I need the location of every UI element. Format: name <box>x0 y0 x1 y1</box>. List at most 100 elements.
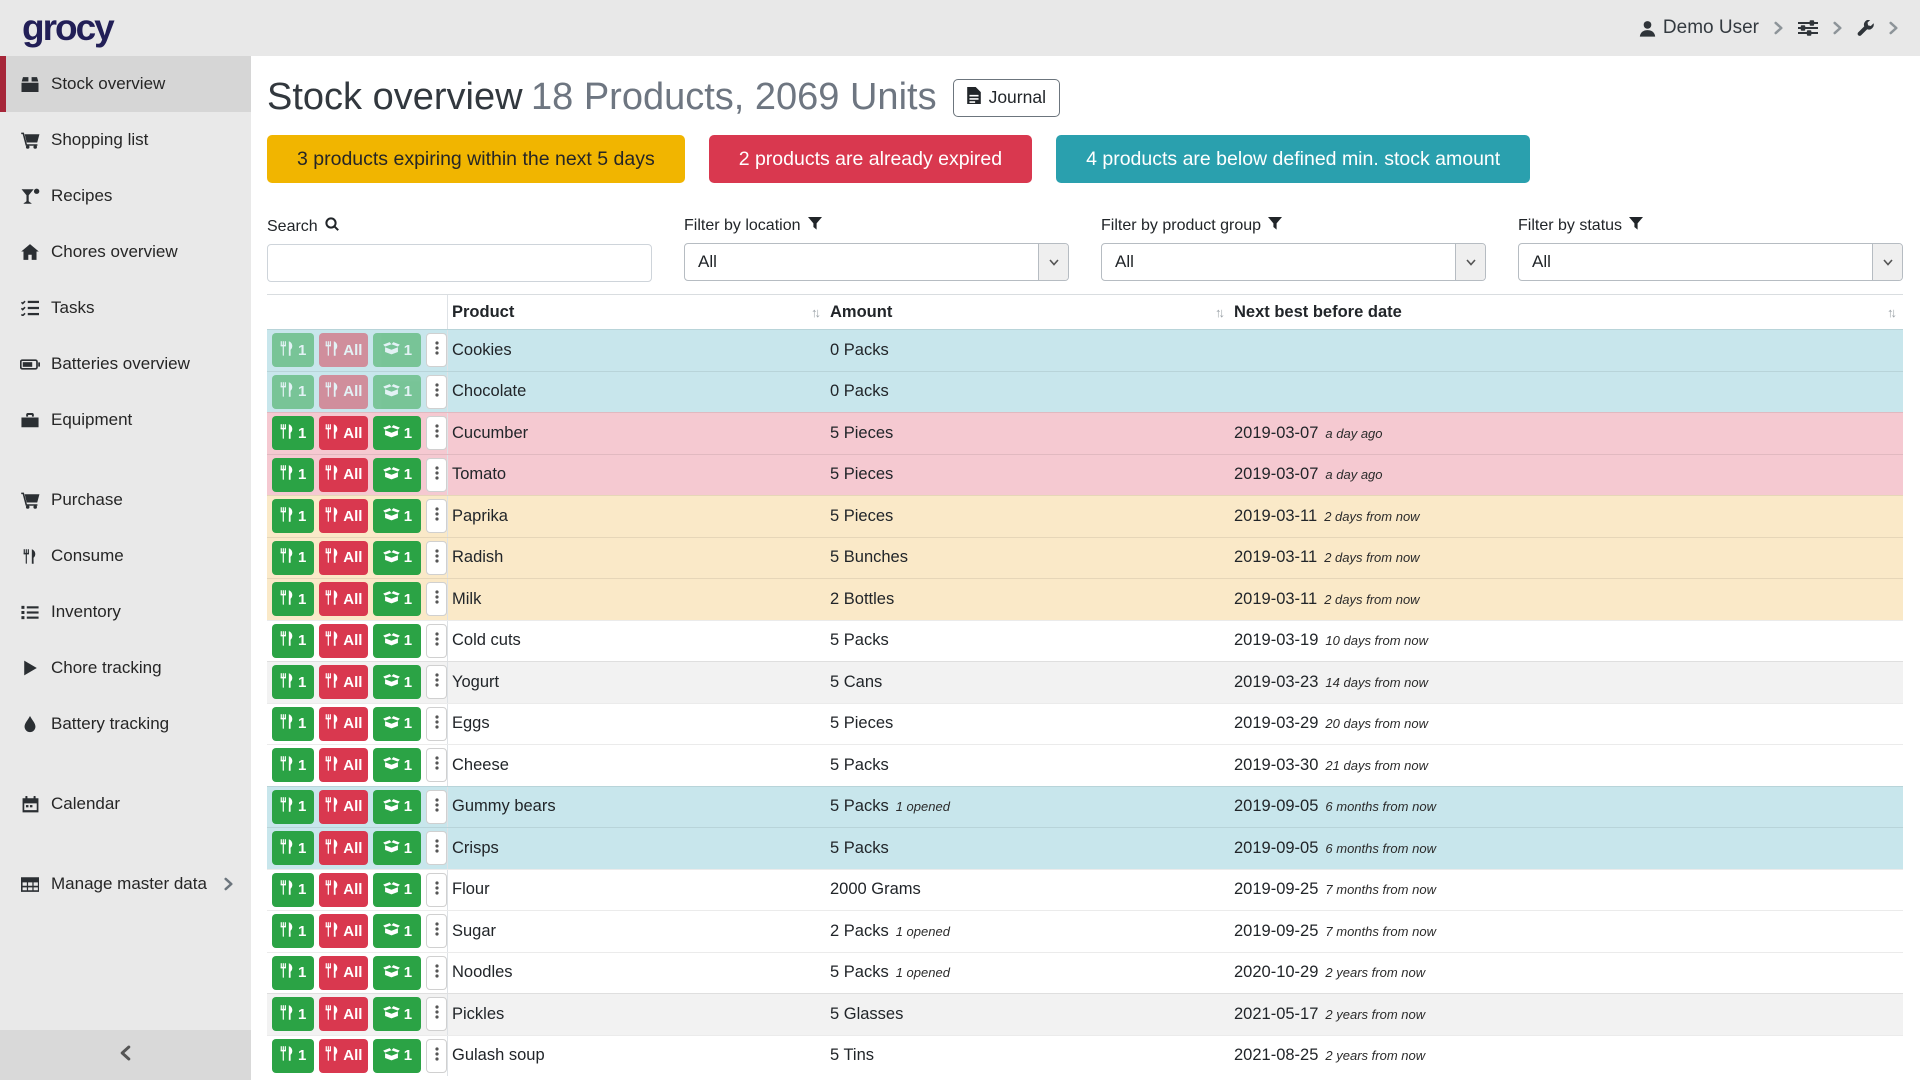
row-menu-button[interactable] <box>426 707 447 741</box>
sidebar-item-chore-tracking[interactable]: Chore tracking <box>0 640 251 696</box>
chevron-right-icon[interactable] <box>1833 21 1842 35</box>
settings-sliders-icon[interactable] <box>1798 20 1818 36</box>
consume-one-button[interactable]: 1 <box>272 790 314 824</box>
consume-one-button[interactable]: 1 <box>272 748 314 782</box>
sidebar-item-inventory[interactable]: Inventory <box>0 584 251 640</box>
expiring-banner[interactable]: 3 products expiring within the next 5 da… <box>267 135 685 183</box>
sidebar-item-tasks[interactable]: Tasks <box>0 280 251 336</box>
consume-all-button[interactable]: All <box>319 499 368 533</box>
consume-one-button[interactable]: 1 <box>272 458 314 492</box>
consume-one-button[interactable]: 1 <box>272 375 314 409</box>
consume-one-button[interactable]: 1 <box>272 873 314 907</box>
row-menu-button[interactable] <box>426 458 447 492</box>
consume-all-button[interactable]: All <box>319 956 368 990</box>
consume-one-button[interactable]: 1 <box>272 707 314 741</box>
open-one-button[interactable]: 1 <box>373 914 421 948</box>
sidebar-item-purchase[interactable]: Purchase <box>0 472 251 528</box>
open-one-button[interactable]: 1 <box>373 831 421 865</box>
open-one-button[interactable]: 1 <box>373 873 421 907</box>
consume-all-button[interactable]: All <box>319 375 368 409</box>
row-menu-button[interactable] <box>426 333 447 367</box>
row-menu-button[interactable] <box>426 914 447 948</box>
consume-all-button[interactable]: All <box>319 333 368 367</box>
consume-one-button[interactable]: 1 <box>272 997 314 1031</box>
open-one-button[interactable]: 1 <box>373 541 421 575</box>
consume-all-button[interactable]: All <box>319 914 368 948</box>
open-one-button[interactable]: 1 <box>373 458 421 492</box>
consume-all-button[interactable]: All <box>319 707 368 741</box>
sidebar-item-equipment[interactable]: Equipment <box>0 392 251 448</box>
consume-one-button[interactable]: 1 <box>272 541 314 575</box>
chevron-right-icon[interactable] <box>1774 21 1783 35</box>
row-menu-button[interactable] <box>426 1039 447 1073</box>
sidebar-item-manage-master-data[interactable]: Manage master data <box>0 856 251 912</box>
consume-one-button[interactable]: 1 <box>272 914 314 948</box>
open-one-button[interactable]: 1 <box>373 582 421 616</box>
sidebar-item-chores-overview[interactable]: Chores overview <box>0 224 251 280</box>
open-one-button[interactable]: 1 <box>373 956 421 990</box>
row-menu-button[interactable] <box>426 416 447 450</box>
chevron-right-icon[interactable] <box>1889 21 1898 35</box>
status-select[interactable]: All <box>1518 243 1903 281</box>
consume-all-button[interactable]: All <box>319 790 368 824</box>
row-menu-button[interactable] <box>426 375 447 409</box>
row-menu-button[interactable] <box>426 831 447 865</box>
row-menu-button[interactable] <box>426 499 447 533</box>
admin-wrench-icon[interactable] <box>1857 20 1874 37</box>
consume-one-button[interactable]: 1 <box>272 624 314 658</box>
amount-column-header[interactable]: Amount ↑↓ <box>827 295 1231 329</box>
row-menu-button[interactable] <box>426 665 447 699</box>
consume-one-button[interactable]: 1 <box>272 416 314 450</box>
open-one-button[interactable]: 1 <box>373 707 421 741</box>
row-menu-button[interactable] <box>426 748 447 782</box>
sidebar-item-recipes[interactable]: Recipes <box>0 168 251 224</box>
row-menu-button[interactable] <box>426 997 447 1031</box>
location-select[interactable]: All <box>684 243 1069 281</box>
consume-all-button[interactable]: All <box>319 831 368 865</box>
open-one-button[interactable]: 1 <box>373 997 421 1031</box>
search-input[interactable] <box>267 244 652 282</box>
consume-all-button[interactable]: All <box>319 582 368 616</box>
sidebar-item-batteries-overview[interactable]: Batteries overview <box>0 336 251 392</box>
consume-all-button[interactable]: All <box>319 416 368 450</box>
consume-one-button[interactable]: 1 <box>272 665 314 699</box>
consume-all-button[interactable]: All <box>319 541 368 575</box>
row-menu-button[interactable] <box>426 873 447 907</box>
consume-one-button[interactable]: 1 <box>272 499 314 533</box>
sidebar-item-stock-overview[interactable]: Stock overview <box>0 56 251 112</box>
expired-banner[interactable]: 2 products are already expired <box>709 135 1032 183</box>
sidebar-item-consume[interactable]: Consume <box>0 528 251 584</box>
below-min-stock-banner[interactable]: 4 products are below defined min. stock … <box>1056 135 1530 183</box>
consume-one-button[interactable]: 1 <box>272 956 314 990</box>
row-menu-button[interactable] <box>426 790 447 824</box>
consume-all-button[interactable]: All <box>319 748 368 782</box>
row-menu-button[interactable] <box>426 624 447 658</box>
open-one-button[interactable]: 1 <box>373 416 421 450</box>
consume-one-button[interactable]: 1 <box>272 582 314 616</box>
sidebar-collapse-button[interactable] <box>0 1030 251 1080</box>
date-column-header[interactable]: Next best before date ↑↓ <box>1231 295 1903 329</box>
sidebar-item-calendar[interactable]: Calendar <box>0 776 251 832</box>
journal-button[interactable]: Journal <box>953 79 1060 117</box>
consume-one-button[interactable]: 1 <box>272 831 314 865</box>
user-menu[interactable]: Demo User <box>1639 17 1759 39</box>
row-menu-button[interactable] <box>426 582 447 616</box>
row-menu-button[interactable] <box>426 541 447 575</box>
sidebar-item-battery-tracking[interactable]: Battery tracking <box>0 696 251 752</box>
consume-all-button[interactable]: All <box>319 1039 368 1073</box>
open-one-button[interactable]: 1 <box>373 333 421 367</box>
product-group-select[interactable]: All <box>1101 243 1486 281</box>
consume-all-button[interactable]: All <box>319 997 368 1031</box>
open-one-button[interactable]: 1 <box>373 665 421 699</box>
open-one-button[interactable]: 1 <box>373 748 421 782</box>
product-column-header[interactable]: Product ↑↓ <box>447 295 827 329</box>
consume-all-button[interactable]: All <box>319 458 368 492</box>
app-logo[interactable]: grocy <box>22 7 113 49</box>
open-one-button[interactable]: 1 <box>373 624 421 658</box>
open-one-button[interactable]: 1 <box>373 790 421 824</box>
open-one-button[interactable]: 1 <box>373 1039 421 1073</box>
open-one-button[interactable]: 1 <box>373 499 421 533</box>
consume-all-button[interactable]: All <box>319 873 368 907</box>
sidebar-item-shopping-list[interactable]: Shopping list <box>0 112 251 168</box>
consume-all-button[interactable]: All <box>319 624 368 658</box>
